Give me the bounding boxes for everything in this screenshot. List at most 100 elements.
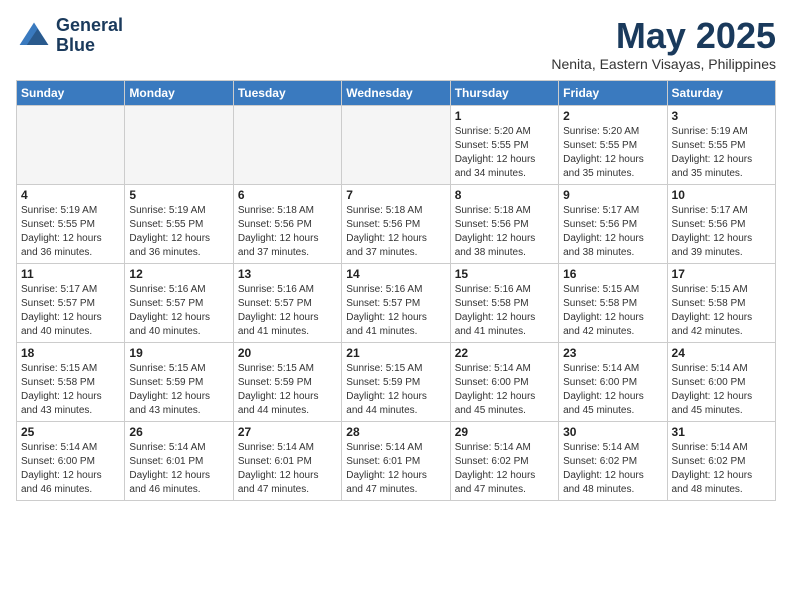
calendar-cell: 21Sunrise: 5:15 AM Sunset: 5:59 PM Dayli… — [342, 342, 450, 421]
day-number: 16 — [563, 267, 662, 281]
day-info: Sunrise: 5:14 AM Sunset: 6:02 PM Dayligh… — [455, 441, 554, 497]
calendar-cell: 8 Sunrise: 5:18 AM Sunset: 5:56 PM Daylig… — [450, 184, 558, 263]
day-number: 28 — [346, 425, 445, 439]
day-info: Sunrise: 5:14 AM Sunset: 6:00 PM Dayligh… — [672, 362, 771, 418]
page-header: General Blue May 2025 Nenita, Eastern Vi… — [16, 16, 776, 72]
day-number: 13 — [238, 267, 337, 281]
calendar-week-row: 11Sunrise: 5:17 AM Sunset: 5:57 PM Dayli… — [17, 263, 776, 342]
day-number: 5 — [129, 188, 228, 202]
calendar-table: SundayMondayTuesdayWednesdayThursdayFrid… — [16, 80, 776, 501]
day-info: Sunrise: 5:17 AM Sunset: 5:56 PM Dayligh… — [563, 204, 662, 260]
day-number: 17 — [672, 267, 771, 281]
weekday-header: Friday — [559, 80, 667, 105]
weekday-header: Monday — [125, 80, 233, 105]
calendar-cell — [342, 105, 450, 184]
calendar-cell — [233, 105, 341, 184]
day-number: 12 — [129, 267, 228, 281]
day-number: 7 — [346, 188, 445, 202]
day-number: 9 — [563, 188, 662, 202]
day-number: 18 — [21, 346, 120, 360]
weekday-header: Sunday — [17, 80, 125, 105]
weekday-header-row: SundayMondayTuesdayWednesdayThursdayFrid… — [17, 80, 776, 105]
day-number: 14 — [346, 267, 445, 281]
weekday-header: Wednesday — [342, 80, 450, 105]
calendar-cell: 15Sunrise: 5:16 AM Sunset: 5:58 PM Dayli… — [450, 263, 558, 342]
day-number: 21 — [346, 346, 445, 360]
weekday-header: Tuesday — [233, 80, 341, 105]
calendar-cell: 31Sunrise: 5:14 AM Sunset: 6:02 PM Dayli… — [667, 421, 775, 500]
calendar-cell: 24 Sunrise: 5:14 AM Sunset: 6:00 PM Dayli… — [667, 342, 775, 421]
day-number: 26 — [129, 425, 228, 439]
day-number: 15 — [455, 267, 554, 281]
calendar-cell: 10 Sunrise: 5:17 AM Sunset: 5:56 PM Dayli… — [667, 184, 775, 263]
calendar-week-row: 25 Sunrise: 5:14 AM Sunset: 6:00 PM Dayli… — [17, 421, 776, 500]
calendar-cell: 29 Sunrise: 5:14 AM Sunset: 6:02 PM Dayli… — [450, 421, 558, 500]
calendar-cell: 9 Sunrise: 5:17 AM Sunset: 5:56 PM Daylig… — [559, 184, 667, 263]
calendar-cell: 18Sunrise: 5:15 AM Sunset: 5:58 PM Dayli… — [17, 342, 125, 421]
day-number: 10 — [672, 188, 771, 202]
day-number: 20 — [238, 346, 337, 360]
day-info: Sunrise: 5:18 AM Sunset: 5:56 PM Dayligh… — [346, 204, 445, 260]
weekday-header: Saturday — [667, 80, 775, 105]
title-block: May 2025 Nenita, Eastern Visayas, Philip… — [551, 16, 776, 72]
day-number: 8 — [455, 188, 554, 202]
calendar-cell: 20Sunrise: 5:15 AM Sunset: 5:59 PM Dayli… — [233, 342, 341, 421]
calendar-cell: 7 Sunrise: 5:18 AM Sunset: 5:56 PM Daylig… — [342, 184, 450, 263]
day-info: Sunrise: 5:20 AM Sunset: 5:55 PM Dayligh… — [563, 125, 662, 181]
day-info: Sunrise: 5:14 AM Sunset: 6:01 PM Dayligh… — [238, 441, 337, 497]
day-info: Sunrise: 5:17 AM Sunset: 5:56 PM Dayligh… — [672, 204, 771, 260]
day-info: Sunrise: 5:15 AM Sunset: 5:58 PM Dayligh… — [563, 283, 662, 339]
calendar-cell: 2Sunrise: 5:20 AM Sunset: 5:55 PM Daylig… — [559, 105, 667, 184]
day-number: 4 — [21, 188, 120, 202]
location-title: Nenita, Eastern Visayas, Philippines — [551, 56, 776, 72]
logo: General Blue — [16, 16, 123, 56]
logo-text: General Blue — [56, 16, 123, 56]
day-number: 25 — [21, 425, 120, 439]
day-info: Sunrise: 5:14 AM Sunset: 6:00 PM Dayligh… — [455, 362, 554, 418]
day-number: 29 — [455, 425, 554, 439]
calendar-cell: 4 Sunrise: 5:19 AM Sunset: 5:55 PM Daylig… — [17, 184, 125, 263]
day-number: 24 — [672, 346, 771, 360]
day-number: 6 — [238, 188, 337, 202]
day-info: Sunrise: 5:18 AM Sunset: 5:56 PM Dayligh… — [238, 204, 337, 260]
day-number: 22 — [455, 346, 554, 360]
calendar-cell — [125, 105, 233, 184]
calendar-cell: 16 Sunrise: 5:15 AM Sunset: 5:58 PM Dayli… — [559, 263, 667, 342]
day-info: Sunrise: 5:18 AM Sunset: 5:56 PM Dayligh… — [455, 204, 554, 260]
calendar-cell: 22 Sunrise: 5:14 AM Sunset: 6:00 PM Dayli… — [450, 342, 558, 421]
calendar-cell: 13 Sunrise: 5:16 AM Sunset: 5:57 PM Dayli… — [233, 263, 341, 342]
calendar-cell: 11Sunrise: 5:17 AM Sunset: 5:57 PM Dayli… — [17, 263, 125, 342]
day-number: 27 — [238, 425, 337, 439]
calendar-cell: 23 Sunrise: 5:14 AM Sunset: 6:00 PM Dayli… — [559, 342, 667, 421]
calendar-week-row: 4 Sunrise: 5:19 AM Sunset: 5:55 PM Daylig… — [17, 184, 776, 263]
day-info: Sunrise: 5:14 AM Sunset: 6:01 PM Dayligh… — [129, 441, 228, 497]
calendar-cell: 26 Sunrise: 5:14 AM Sunset: 6:01 PM Dayli… — [125, 421, 233, 500]
day-info: Sunrise: 5:15 AM Sunset: 5:58 PM Dayligh… — [672, 283, 771, 339]
calendar-cell: 17 Sunrise: 5:15 AM Sunset: 5:58 PM Dayli… — [667, 263, 775, 342]
calendar-cell: 1Sunrise: 5:20 AM Sunset: 5:55 PM Daylig… — [450, 105, 558, 184]
calendar-cell: 5 Sunrise: 5:19 AM Sunset: 5:55 PM Daylig… — [125, 184, 233, 263]
month-title: May 2025 — [551, 16, 776, 56]
calendar-cell: 3Sunrise: 5:19 AM Sunset: 5:55 PM Daylig… — [667, 105, 775, 184]
calendar-cell: 25 Sunrise: 5:14 AM Sunset: 6:00 PM Dayli… — [17, 421, 125, 500]
logo-icon — [16, 18, 52, 54]
day-info: Sunrise: 5:14 AM Sunset: 6:02 PM Dayligh… — [563, 441, 662, 497]
day-number: 31 — [672, 425, 771, 439]
day-info: Sunrise: 5:15 AM Sunset: 5:59 PM Dayligh… — [129, 362, 228, 418]
calendar-cell: 27 Sunrise: 5:14 AM Sunset: 6:01 PM Dayli… — [233, 421, 341, 500]
calendar-cell — [17, 105, 125, 184]
day-info: Sunrise: 5:16 AM Sunset: 5:57 PM Dayligh… — [346, 283, 445, 339]
day-number: 23 — [563, 346, 662, 360]
day-info: Sunrise: 5:16 AM Sunset: 5:57 PM Dayligh… — [238, 283, 337, 339]
calendar-cell: 28Sunrise: 5:14 AM Sunset: 6:01 PM Dayli… — [342, 421, 450, 500]
day-info: Sunrise: 5:16 AM Sunset: 5:57 PM Dayligh… — [129, 283, 228, 339]
calendar-cell: 14 Sunrise: 5:16 AM Sunset: 5:57 PM Dayli… — [342, 263, 450, 342]
day-info: Sunrise: 5:17 AM Sunset: 5:57 PM Dayligh… — [21, 283, 120, 339]
day-info: Sunrise: 5:14 AM Sunset: 6:00 PM Dayligh… — [21, 441, 120, 497]
day-number: 19 — [129, 346, 228, 360]
day-info: Sunrise: 5:19 AM Sunset: 5:55 PM Dayligh… — [21, 204, 120, 260]
calendar-cell: 30Sunrise: 5:14 AM Sunset: 6:02 PM Dayli… — [559, 421, 667, 500]
day-info: Sunrise: 5:19 AM Sunset: 5:55 PM Dayligh… — [672, 125, 771, 181]
day-info: Sunrise: 5:14 AM Sunset: 6:00 PM Dayligh… — [563, 362, 662, 418]
day-info: Sunrise: 5:19 AM Sunset: 5:55 PM Dayligh… — [129, 204, 228, 260]
